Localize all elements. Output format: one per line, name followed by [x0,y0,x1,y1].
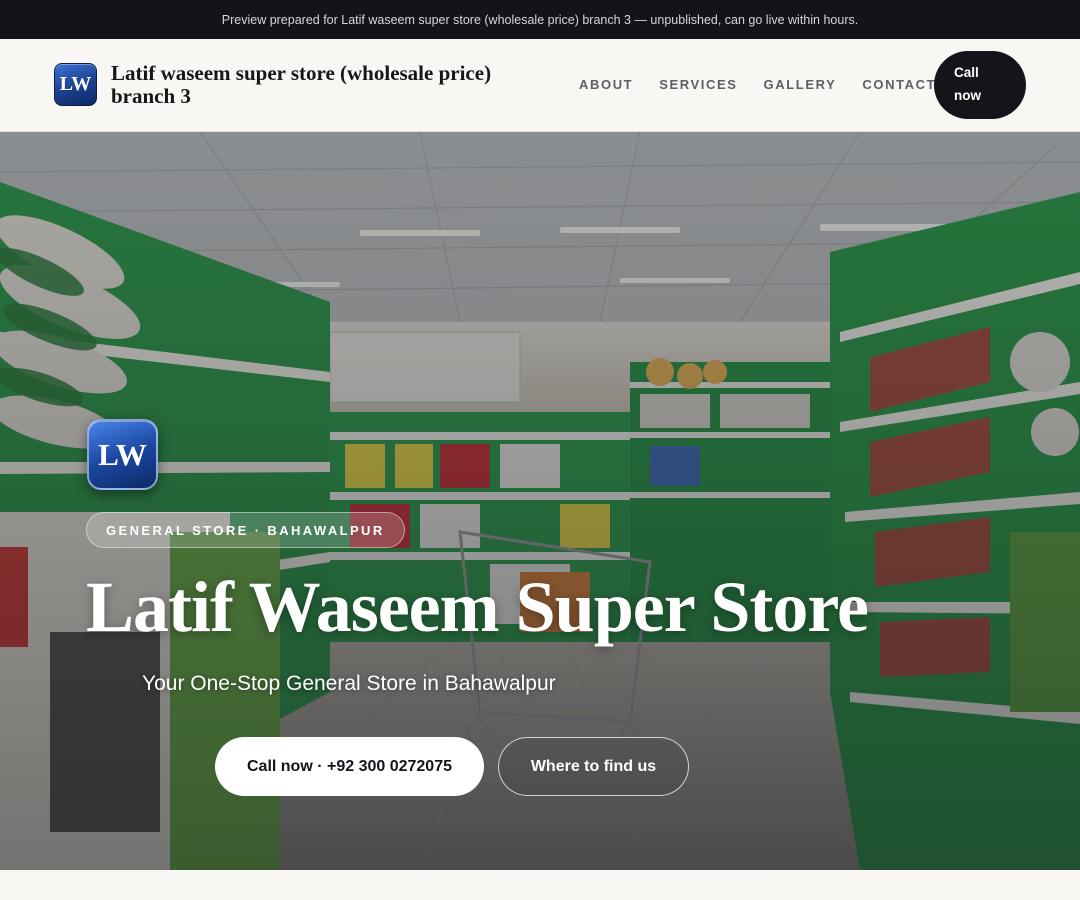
header-call-label-line2: now [954,88,981,103]
preview-banner-text: Preview prepared for Latif waseem super … [221,12,859,27]
logo-initials: LW [59,73,92,95]
hero-category-tag: GENERAL STORE · BAHAWALPUR [86,512,405,548]
hero-category-text: GENERAL STORE · BAHAWALPUR [106,522,385,538]
nav-link-about[interactable]: ABOUT [579,77,633,92]
hero-section: LW GENERAL STORE · BAHAWALPUR Latif Wase… [0,132,1080,870]
hero-logo-initials: LW [98,436,147,472]
brand-name[interactable]: Latif waseem super store (wholesale pric… [111,62,551,108]
hero-subtitle: Your One-Stop General Store in Bahawalpu… [142,672,556,695]
call-now-button[interactable]: Call now · +92 300 0272075 [215,737,484,796]
call-now-button-label: Call now · +92 300 0272075 [246,757,452,775]
logo-badge[interactable]: LW [54,63,97,106]
nav-link-contact[interactable]: CONTACT [862,77,936,92]
nav-link-gallery[interactable]: GALLERY [764,77,837,92]
hero-title: Latif Waseem Super Store [86,567,869,647]
hero-logo-badge: LW [87,419,158,490]
nav-link-services[interactable]: SERVICES [659,77,737,92]
preview-banner: Preview prepared for Latif waseem super … [0,0,1080,39]
find-us-button-label: Where to find us [530,757,657,775]
header-call-button[interactable]: Call now [934,51,1026,119]
site-header: LW Latif waseem super store (wholesale p… [0,39,1080,132]
page-content-start [0,870,1080,900]
main-nav: ABOUT SERVICES GALLERY CONTACT [579,77,936,92]
find-us-button[interactable]: Where to find us [498,737,689,796]
header-call-label-line1: Call [954,65,979,80]
